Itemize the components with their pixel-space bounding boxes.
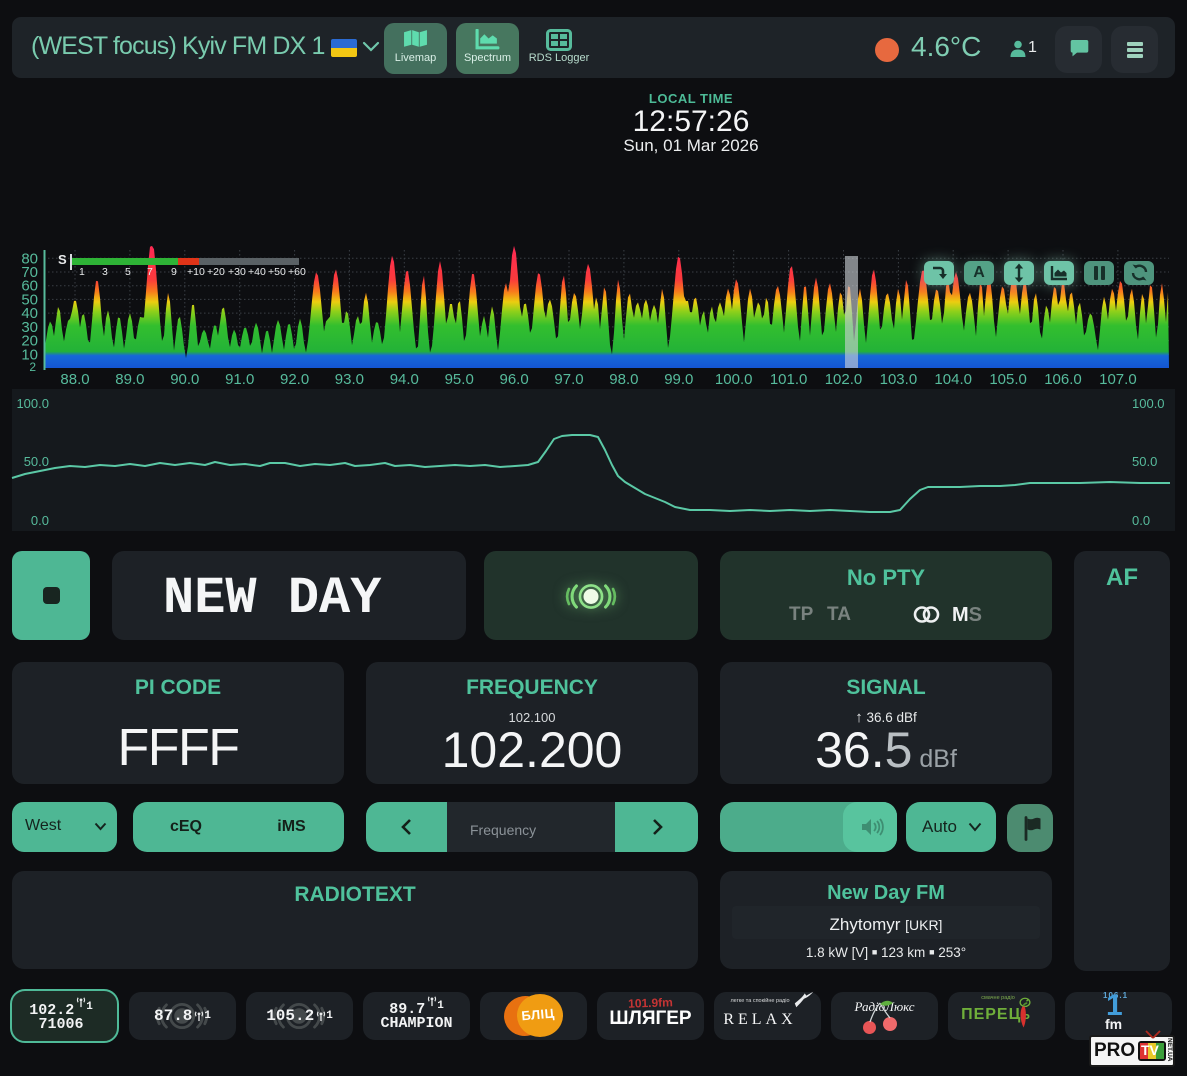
- svg-text:99.0: 99.0: [664, 371, 693, 388]
- svg-text:101.0: 101.0: [770, 371, 808, 388]
- svg-text:102.0: 102.0: [825, 371, 863, 388]
- svg-text:80: 80: [21, 250, 38, 267]
- svg-text:104.0: 104.0: [934, 371, 972, 388]
- svg-text:93.0: 93.0: [335, 371, 364, 388]
- svg-text:100.0: 100.0: [715, 371, 753, 388]
- svg-text:96.0: 96.0: [499, 371, 528, 388]
- svg-text:95.0: 95.0: [445, 371, 474, 388]
- svg-text:91.0: 91.0: [225, 371, 254, 388]
- svg-text:89.0: 89.0: [115, 371, 144, 388]
- svg-text:88.0: 88.0: [60, 371, 89, 388]
- svg-text:97.0: 97.0: [554, 371, 583, 388]
- svg-text:103.0: 103.0: [880, 371, 918, 388]
- svg-text:2: 2: [29, 360, 36, 374]
- svg-text:94.0: 94.0: [390, 371, 419, 388]
- svg-text:90.0: 90.0: [170, 371, 199, 388]
- svg-text:92.0: 92.0: [280, 371, 309, 388]
- svg-text:107.0: 107.0: [1099, 371, 1137, 388]
- svg-text:105.0: 105.0: [989, 371, 1027, 388]
- svg-text:98.0: 98.0: [609, 371, 638, 388]
- svg-text:106.0: 106.0: [1044, 371, 1082, 388]
